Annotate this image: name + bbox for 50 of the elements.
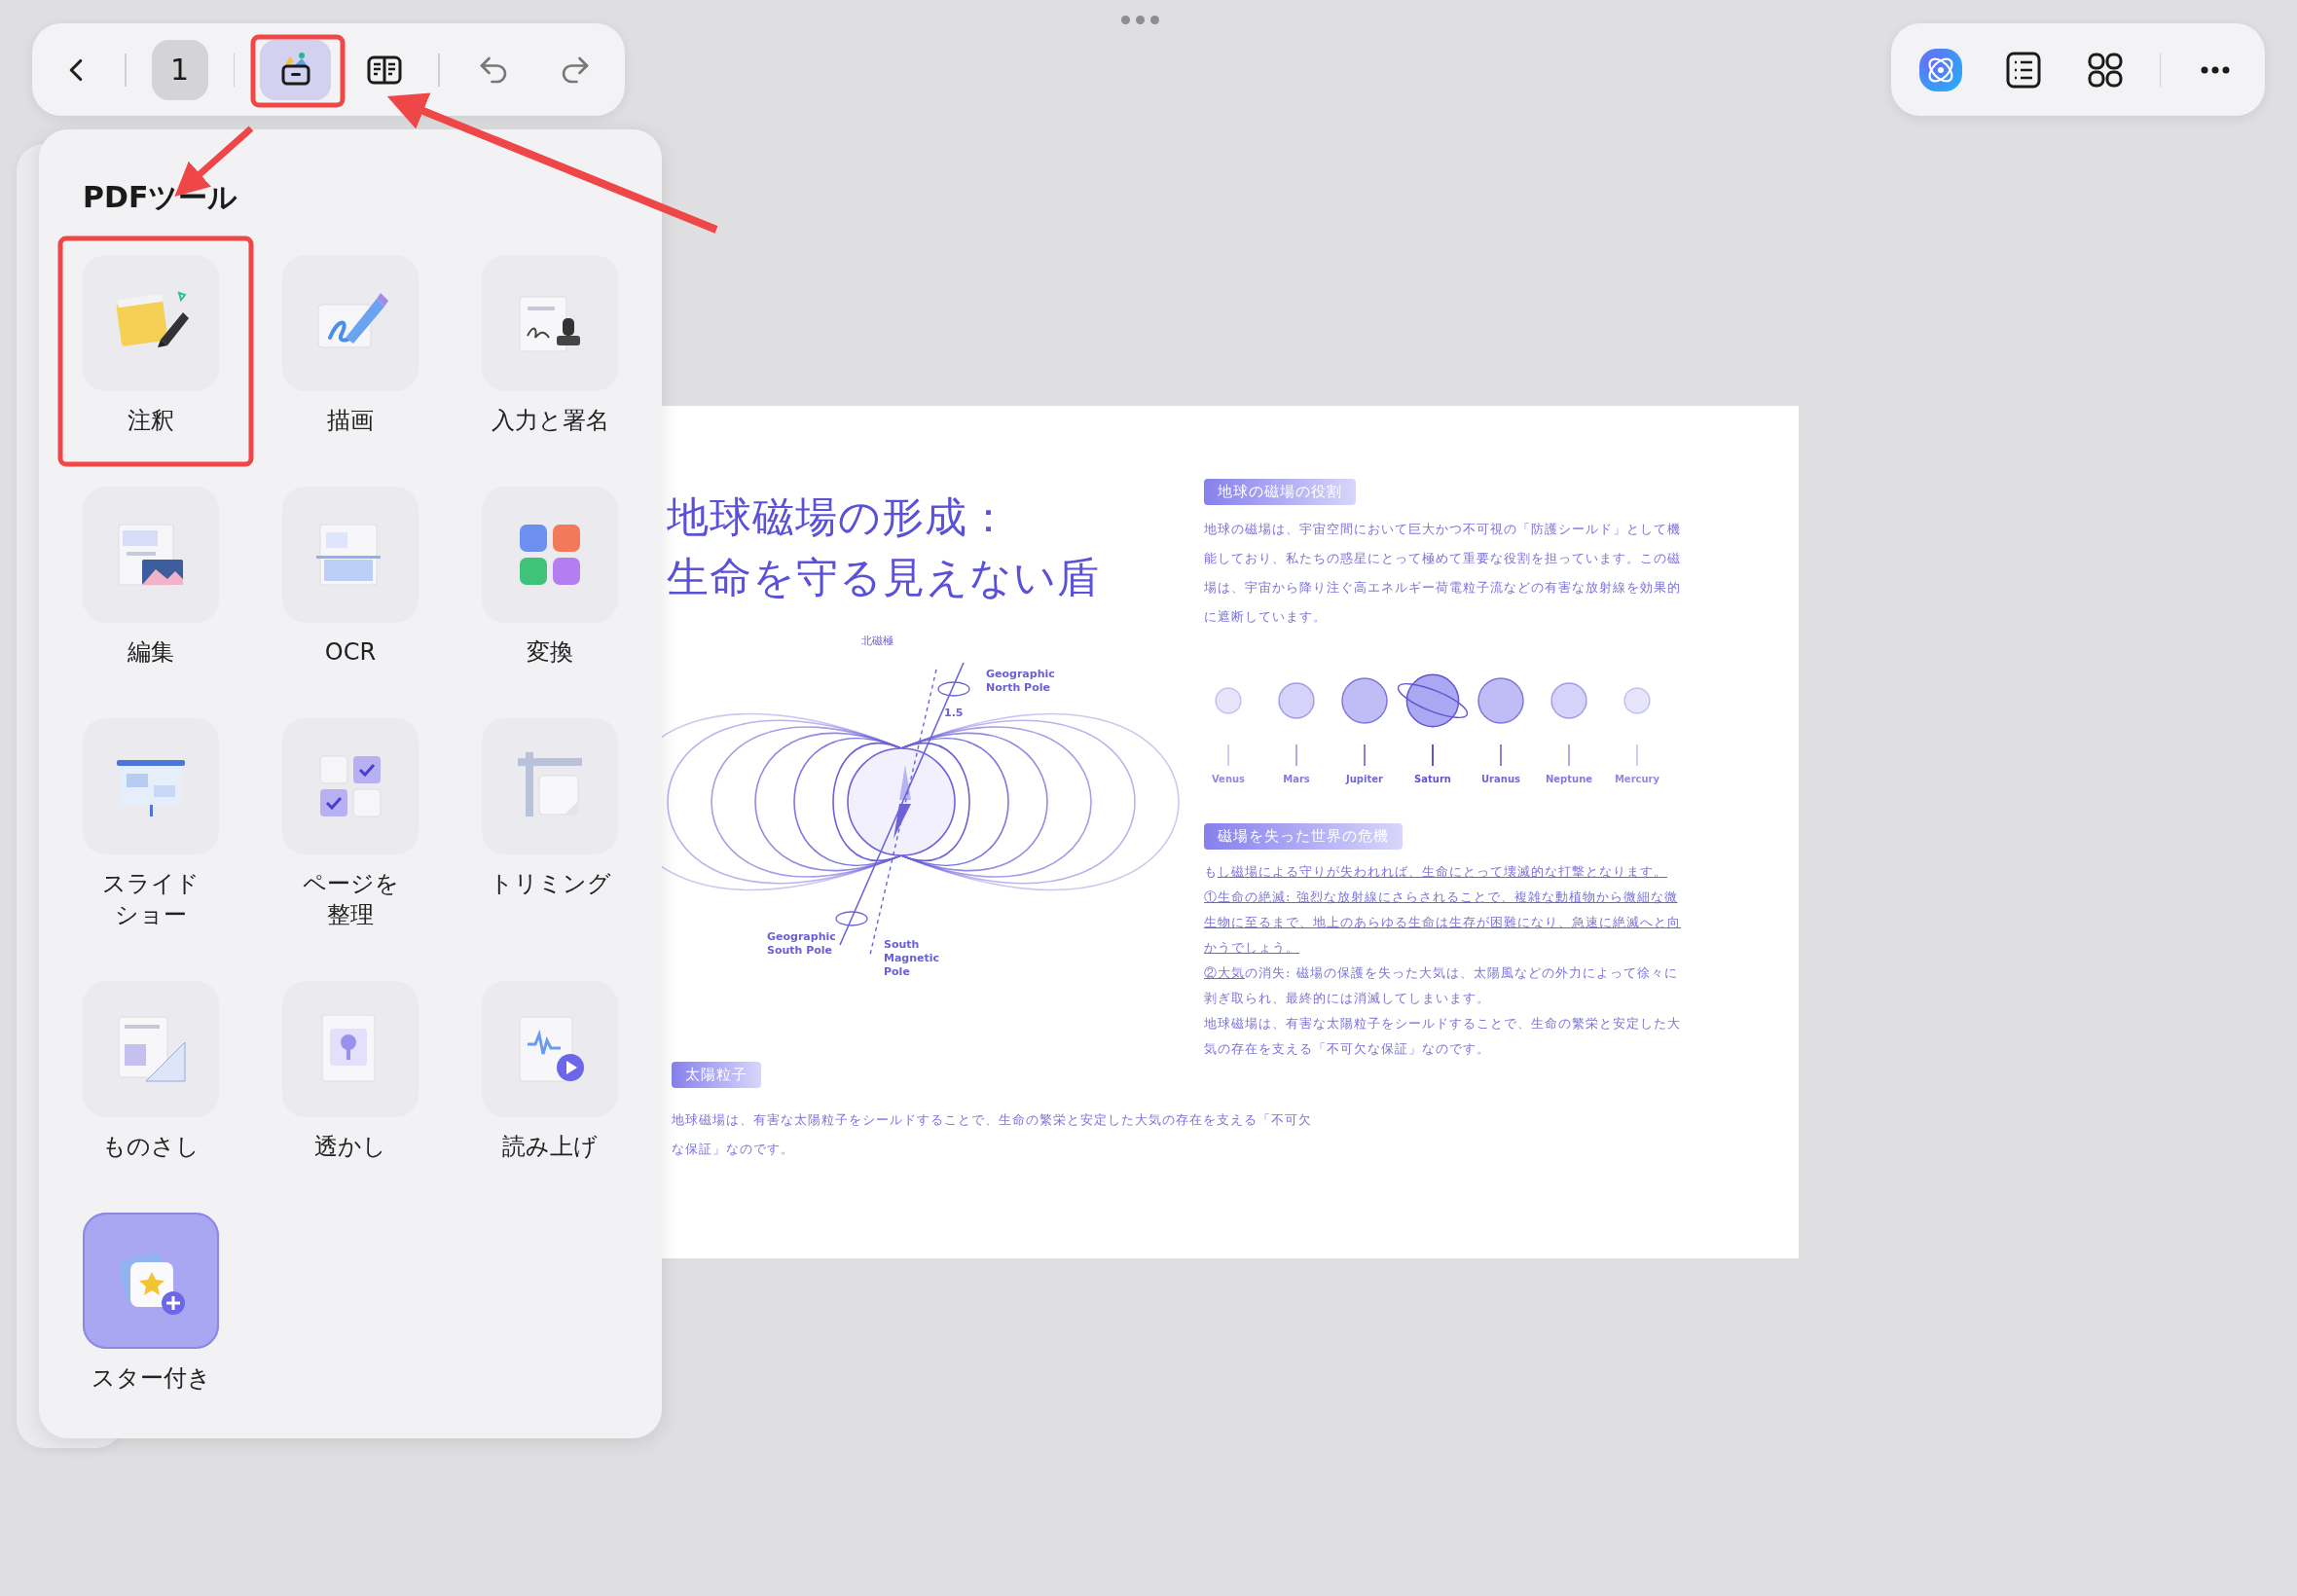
diagram-label: South Magnetic Pole bbox=[884, 938, 940, 978]
tool-label: スター付き bbox=[91, 1363, 211, 1394]
planet-label: Venus bbox=[1211, 774, 1246, 784]
body-text: 地球磁場は、有害な太陽粒子をシールドすることで、生命の繁栄と安定した大気の存在を支える「不可欠な保証」なのです。 bbox=[672, 1111, 1313, 1158]
tool-label: 編集 bbox=[128, 637, 174, 668]
tool-label: トリミング bbox=[489, 869, 611, 899]
grid-icon bbox=[2088, 52, 2124, 88]
planet-icon bbox=[1214, 686, 1243, 715]
diagram-label: Geographic North Pole bbox=[986, 668, 1055, 694]
planet-label: Mars bbox=[1283, 774, 1310, 784]
tool-label: ページを整理 bbox=[301, 869, 400, 930]
tool-label: OCR bbox=[324, 637, 377, 668]
body-text: 地球磁場は、有害な太陽粒子をシールドすることで、生命の繁栄と安定した大気の存在を支える「不可欠な保証」なのです。 bbox=[1204, 1015, 1682, 1058]
body-text: 地球の磁場は、宇宙空間において巨大かつ不可視の「防護シールド」として機能しており、私たちの惑星にとって極めて重要な役割を担っています。この磁場は、宇宙から降り注ぐ高エネルギー荷電粒子流などの有害な放射線を効果的に遮断しています。 bbox=[1204, 521, 1682, 626]
page-number-button[interactable]: 1 bbox=[151, 39, 208, 100]
diagram-label: Geographic South Pole bbox=[767, 930, 836, 957]
planet-label: Mercury bbox=[1614, 774, 1660, 784]
planet-label: Jupiter bbox=[1346, 774, 1383, 784]
diagram-label: 北磁極 bbox=[861, 635, 893, 647]
multitasking-icon[interactable] bbox=[1121, 16, 1159, 24]
tool-label: スライドショー bbox=[101, 869, 201, 930]
body-text: ①生命の絶滅: 強烈な放射線にさらされることで、複雑な動植物から微細な微生物に至るまで、地上のあらゆる生命は生存が困難になり、急速に絶滅へと向かうでしょう。 bbox=[1204, 889, 1682, 957]
planet-icon bbox=[1622, 686, 1652, 715]
planet-icon bbox=[1550, 681, 1588, 720]
panel-title: PDFツール bbox=[83, 179, 239, 216]
tool-label: 変換 bbox=[527, 637, 573, 668]
tool-button[interactable] bbox=[482, 255, 618, 391]
planet-label: Saturn bbox=[1414, 774, 1451, 784]
body-text: も し磁場による守りが失われれば、生命にとって壊滅的な打撃となります。 bbox=[1204, 863, 1668, 881]
section-heading: 太陽粒子 bbox=[672, 1062, 761, 1088]
diagram-label: 1.5 bbox=[944, 707, 964, 719]
planet-icon bbox=[1477, 676, 1525, 725]
document-title: 地球磁場の形成： bbox=[667, 491, 1011, 543]
tool-label: 読み上げ bbox=[502, 1132, 598, 1162]
tool-label: 注釈 bbox=[128, 406, 174, 436]
more-icon bbox=[2200, 65, 2230, 74]
tool-label: 入力と署名 bbox=[491, 406, 609, 436]
tool-label: ものさし bbox=[102, 1132, 200, 1162]
tool-label: 透かし bbox=[314, 1132, 386, 1162]
tool-button[interactable] bbox=[83, 487, 219, 623]
planet-label: Uranus bbox=[1481, 774, 1520, 784]
body-text: ②大気の消失: 磁場の保護を失った大気は、太陽風などの外力によって徐々に剥ぎ取られ、最終的には消滅してしまいます。 bbox=[1204, 964, 1679, 1007]
planet-label: Neptune bbox=[1545, 774, 1593, 784]
tool-label: 描画 bbox=[327, 406, 374, 436]
tool-button[interactable] bbox=[482, 981, 618, 1117]
list-icon bbox=[2005, 51, 2041, 89]
tools-button[interactable] bbox=[260, 39, 332, 100]
document-title: 生命を守る見えない盾 bbox=[667, 552, 1101, 603]
planet-icon bbox=[1277, 681, 1316, 720]
planet-icon bbox=[1340, 676, 1389, 725]
